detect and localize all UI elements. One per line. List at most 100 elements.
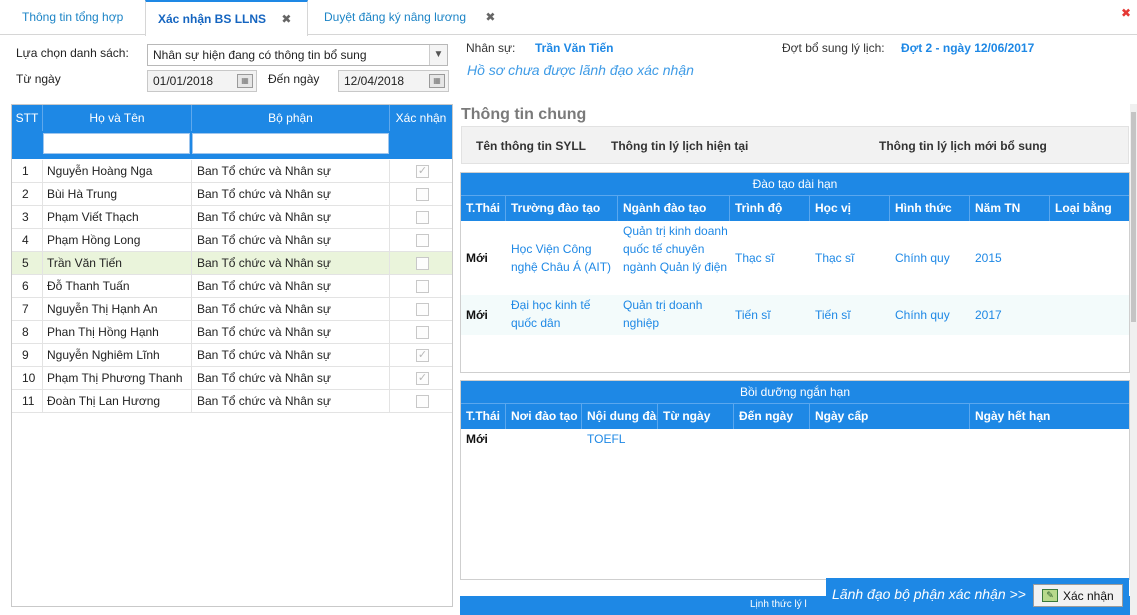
confirm-checkbox[interactable]	[416, 188, 429, 201]
period-label: Đợt bổ sung lý lịch:	[782, 41, 885, 55]
table-row[interactable]: 7 Nguyễn Thị Hạnh An Ban Tổ chức và Nhân s…	[12, 298, 452, 321]
row-name: Đoàn Thị Lan Hương	[43, 390, 192, 412]
row-content: TOEFL	[587, 432, 626, 446]
row-name: Bùi Hà Trung	[43, 183, 192, 205]
table-row[interactable]: Mới Học Viện Công nghệ Châu Á (AIT) Quản…	[461, 222, 1129, 295]
col-current-info: Thông tin lý lịch hiện tại	[611, 139, 749, 153]
confirm-checkbox[interactable]	[416, 280, 429, 293]
row-dept: Ban Tổ chức và Nhân sự	[192, 160, 390, 182]
name-filter-input[interactable]	[43, 133, 190, 154]
table-row[interactable]: Mới TOEFL	[461, 430, 1129, 450]
scrollbar-thumb[interactable]	[1131, 112, 1136, 322]
confirm-checkbox[interactable]	[416, 234, 429, 247]
confirm-checkbox[interactable]	[416, 257, 429, 270]
row-stt: 5	[12, 252, 43, 274]
col-major: Ngành đào tạo	[618, 196, 730, 221]
col-level: Trình độ	[730, 196, 810, 221]
table-row[interactable]: 4 Phạm Hồng Long Ban Tổ chức và Nhân sự	[12, 229, 452, 252]
dept-filter-input[interactable]	[192, 133, 389, 154]
row-dept: Ban Tổ chức và Nhân sự	[192, 344, 390, 366]
row-stt: 2	[12, 183, 43, 205]
row-name: Nguyễn Nghiêm Lĩnh	[43, 344, 192, 366]
tab-duyet-dang-ky-nang-luong[interactable]: Duyệt đăng ký nâng lương ✖	[312, 0, 507, 35]
col-from: Từ ngày	[658, 404, 734, 429]
row-name: Nguyễn Thị Hạnh An	[43, 298, 192, 320]
row-stt: 1	[12, 160, 43, 182]
col-stt[interactable]: STT	[12, 105, 43, 131]
confirm-checkbox[interactable]: ✓	[416, 165, 429, 178]
confirm-checkbox[interactable]: ✓	[416, 349, 429, 362]
status-text: Hồ sơ chưa được lãnh đạo xác nhận	[467, 62, 694, 78]
table-row[interactable]: 10 Phạm Thị Phương Thanh Ban Tổ chức và Nh…	[12, 367, 452, 390]
confirm-bar: Lãnh đạo bộ phận xác nhận >> ✎ Xác nhận	[826, 578, 1129, 612]
calendar-icon[interactable]: ▦	[429, 74, 445, 88]
app-window: Thông tin tổng hợp Xác nhận BS LLNS ✖ Du…	[0, 0, 1137, 615]
to-date-label: Đến ngày	[268, 72, 320, 86]
row-dept: Ban Tổ chức và Nhân sự	[192, 183, 390, 205]
table-row[interactable]: 6 Đỗ Thanh Tuấn Ban Tổ chức và Nhân sự	[12, 275, 452, 298]
row-stt: 3	[12, 206, 43, 228]
col-content: Nội dung đào	[582, 404, 658, 429]
close-icon[interactable]: ✖	[485, 0, 495, 34]
col-form: Hình thức	[890, 196, 970, 221]
close-all-icon[interactable]: ✖	[1121, 6, 1131, 20]
scrollbar[interactable]	[1130, 104, 1137, 615]
tab-bar: Thông tin tổng hợp Xác nhận BS LLNS ✖ Du…	[0, 0, 1137, 36]
row-dept: Ban Tổ chức và Nhân sự	[192, 206, 390, 228]
row-name: Đỗ Thanh Tuấn	[43, 275, 192, 297]
row-stt: 6	[12, 275, 43, 297]
row-degree: Tiến sĩ	[815, 308, 851, 322]
tab-thong-tin-tong-hop[interactable]: Thông tin tổng hợp	[10, 0, 135, 35]
from-date-input[interactable]: 01/01/2018 ▦	[147, 70, 257, 92]
col-school: Trường đào tạo	[506, 196, 618, 221]
general-info-title: Thông tin chung	[461, 106, 587, 123]
col-confirmed[interactable]: Xác nhận	[390, 105, 452, 131]
col-place: Nơi đào tạo	[506, 404, 582, 429]
row-major: Quản trị kinh doanh quốc tế chuyên ngành…	[623, 224, 728, 274]
period-value: Đợt 2 - ngày 12/06/2017	[901, 41, 1035, 55]
confirm-checkbox[interactable]	[416, 211, 429, 224]
row-major: Quản trị doanh nghiệp	[623, 298, 703, 330]
table-row[interactable]: 2 Bùi Hà Trung Ban Tổ chức và Nhân sự	[12, 183, 452, 206]
close-icon[interactable]: ✖	[281, 2, 291, 36]
row-name: Nguyễn Hoàng Nga	[43, 160, 192, 182]
row-name: Phạm Thị Phương Thanh	[43, 367, 192, 389]
table-row[interactable]: 3 Phạm Viết Thạch Ban Tổ chức và Nhân sự	[12, 206, 452, 229]
to-date-value: 12/04/2018	[344, 74, 405, 88]
to-date-input[interactable]: 12/04/2018 ▦	[338, 70, 449, 92]
row-name: Phạm Hồng Long	[43, 229, 192, 251]
row-dept: Ban Tổ chức và Nhân sự	[192, 367, 390, 389]
col-name[interactable]: Họ và Tên	[43, 105, 192, 131]
table-row[interactable]: 9 Nguyễn Nghiêm Lĩnh Ban Tổ chức và Nhân s…	[12, 344, 452, 367]
list-select[interactable]: Nhân sự hiện đang có thông tin bổ sung ▼	[147, 44, 448, 66]
table-row[interactable]: 8 Phan Thị Hồng Hạnh Ban Tổ chức và Nhân s…	[12, 321, 452, 344]
calendar-icon[interactable]: ▦	[237, 74, 253, 88]
row-school: Đại học kinh tế quốc dân	[511, 298, 591, 330]
confirm-checkbox[interactable]	[416, 326, 429, 339]
row-stt: 7	[12, 298, 43, 320]
confirm-checkbox[interactable]	[416, 303, 429, 316]
row-year: 2017	[975, 308, 1002, 322]
confirm-button[interactable]: ✎ Xác nhận	[1033, 584, 1123, 607]
confirm-checkbox[interactable]	[416, 395, 429, 408]
col-info-name: Tên thông tin SYLL	[476, 139, 586, 153]
row-school: Học Viện Công nghệ Châu Á (AIT)	[511, 242, 612, 274]
row-stt: 4	[12, 229, 43, 251]
confirm-checkbox[interactable]: ✓	[416, 372, 429, 385]
table-row[interactable]: 5 Trần Văn Tiến Ban Tổ chức và Nhân sự	[12, 252, 452, 275]
table-row[interactable]: Mới Đại học kinh tế quốc dân Quản trị do…	[461, 295, 1129, 335]
next-section-title: Lịnh thức lý l	[750, 599, 807, 610]
col-status: T.Thái	[461, 404, 506, 429]
table-row[interactable]: 1 Nguyễn Hoàng Nga Ban Tổ chức và Nhân sự ✓	[12, 160, 452, 183]
table-row[interactable]: 11 Đoàn Thị Lan Hương Ban Tổ chức và Nhân …	[12, 390, 452, 413]
tab-xac-nhan-bs-llns[interactable]: Xác nhận BS LLNS ✖	[145, 0, 308, 36]
chevron-down-icon[interactable]: ▼	[429, 45, 447, 65]
row-dept: Ban Tổ chức và Nhân sự	[192, 275, 390, 297]
row-form: Chính quy	[895, 251, 950, 265]
col-to: Đến ngày	[734, 404, 810, 429]
tab-label: Thông tin tổng hợp	[22, 10, 124, 24]
col-dept[interactable]: Bộ phận	[192, 105, 390, 131]
list-select-value: Nhân sự hiện đang có thông tin bổ sung	[153, 48, 367, 62]
confirm-button-label: Xác nhận	[1063, 589, 1114, 603]
row-dept: Ban Tổ chức và Nhân sự	[192, 252, 390, 274]
